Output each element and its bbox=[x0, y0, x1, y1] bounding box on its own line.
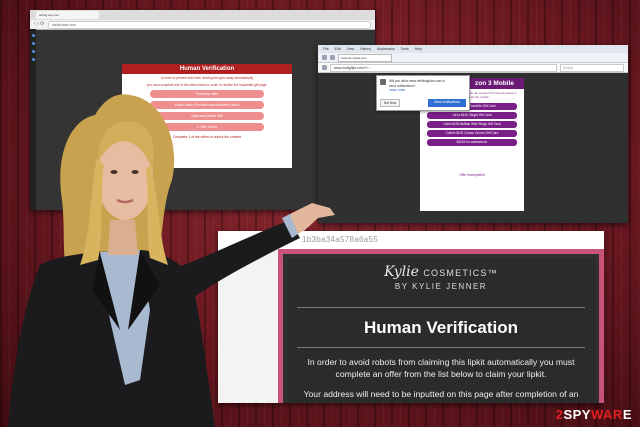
browser-window-right: File Edit View History Bookmarks Tools H… bbox=[318, 45, 628, 223]
sidebar-app-icon[interactable] bbox=[31, 50, 35, 53]
menu-item-tools[interactable]: Tools bbox=[401, 45, 409, 53]
offer-button[interactable]: $1000 for walmartcon bbox=[427, 139, 517, 146]
menu-item-bookmarks[interactable]: Bookmarks bbox=[377, 45, 395, 53]
learn-more-link[interactable]: Learn more bbox=[377, 88, 469, 92]
sidebar-app-icon[interactable] bbox=[31, 42, 35, 45]
woman-presenter-image bbox=[8, 94, 335, 427]
logo-script: Kylie bbox=[384, 264, 419, 280]
address-bar: www.xsdfghjkl.com/?=... Search bbox=[318, 63, 628, 73]
allow-notifications-button[interactable]: Allow Notifications bbox=[428, 99, 466, 107]
offer-button[interactable]: Claim $100 Buffalo Wild Wings Gift Card bbox=[427, 121, 517, 128]
sidebar-app-icon[interactable] bbox=[31, 34, 35, 37]
offer-button[interactable]: Get a $100 Target Gift Card bbox=[427, 112, 517, 119]
menu-item-edit[interactable]: Edit bbox=[335, 45, 341, 53]
menu-item-file[interactable]: File bbox=[323, 45, 329, 53]
menu-item-view[interactable]: View bbox=[347, 45, 355, 53]
toolbar: www.sa.mplea.com bbox=[318, 53, 628, 63]
notification-text: Will you allow www.verificayjobs.com to s… bbox=[389, 79, 445, 88]
menu-bar: File Edit View History Bookmarks Tools H… bbox=[318, 45, 628, 53]
nav-buttons[interactable]: ‹ › ⟳ bbox=[34, 20, 44, 29]
url-field[interactable]: iss9d.host.com bbox=[48, 20, 371, 29]
menu-item-help[interactable]: Help bbox=[415, 45, 422, 53]
offer-footer: Offer Incompleted bbox=[459, 173, 485, 177]
chat-bubble-icon bbox=[380, 79, 386, 85]
not-now-button[interactable]: Not Now bbox=[380, 99, 401, 107]
address-bar: ‹ › ⟳ iss9d.host.com bbox=[30, 20, 375, 30]
logo-word: COSMETICS bbox=[423, 268, 488, 278]
notification-permission-popup: Will you allow www.verificayjobs.com to s… bbox=[376, 75, 470, 111]
logo-tm: ™ bbox=[487, 268, 498, 278]
watermark-logo: 2SPYWARE bbox=[555, 407, 632, 422]
browser-tab[interactable]: ambig.sec.com bbox=[36, 11, 99, 19]
search-input[interactable]: Search bbox=[560, 63, 624, 72]
offer-button[interactable]: Collect $100 Costco Groom Gift Card bbox=[427, 130, 517, 137]
tab-bar: ambig.sec.com bbox=[30, 10, 375, 20]
url-field[interactable]: www.xsdfghjkl.com/?=... bbox=[330, 63, 557, 72]
menu-item-history[interactable]: History bbox=[360, 45, 371, 53]
